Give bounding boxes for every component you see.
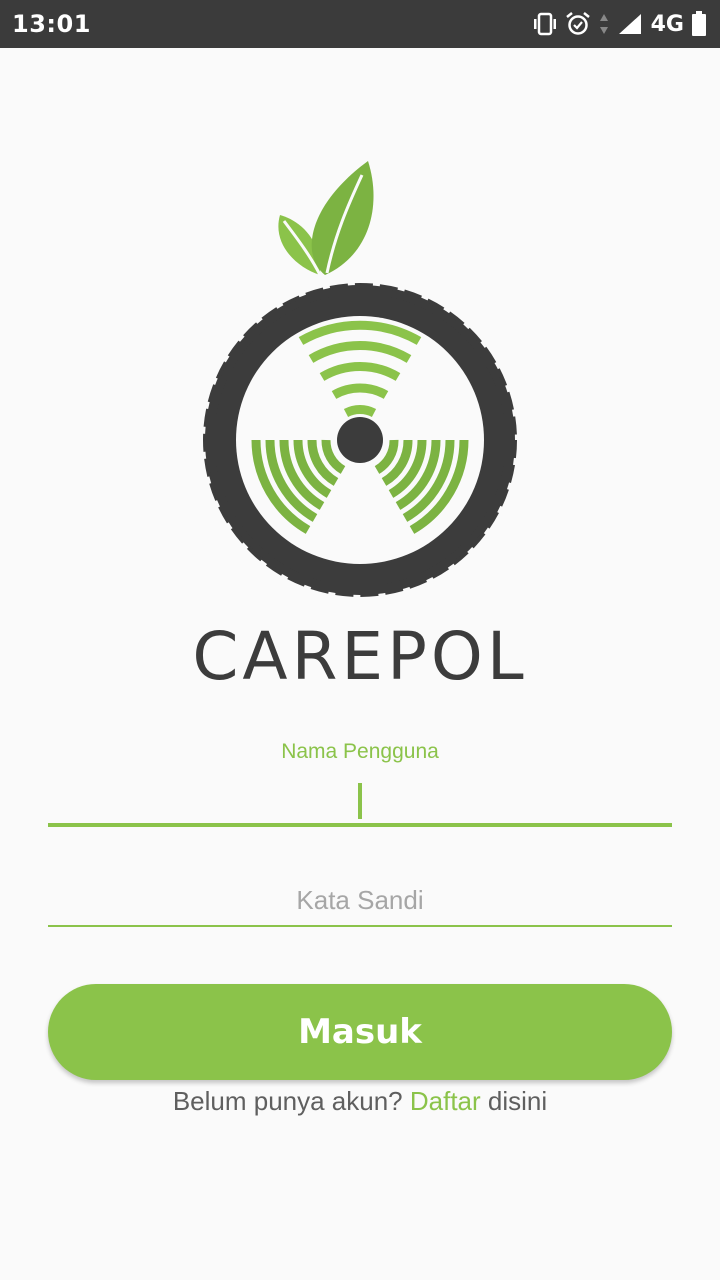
brand-title: CAREPOL bbox=[192, 618, 528, 695]
carepol-logo bbox=[200, 155, 520, 600]
data-arrows-icon bbox=[599, 12, 609, 36]
status-icons: 4G bbox=[533, 10, 706, 38]
status-bar: 13:01 4G bbox=[0, 0, 720, 48]
alarm-icon bbox=[565, 11, 591, 37]
network-type-label: 4G bbox=[650, 11, 684, 37]
login-button[interactable]: Masuk bbox=[48, 984, 672, 1080]
password-underline bbox=[48, 925, 672, 927]
signal-icon bbox=[617, 12, 643, 36]
text-cursor bbox=[358, 783, 362, 819]
signup-prefix: Belum punya akun? bbox=[172, 1086, 403, 1116]
username-label: Nama Pengguna bbox=[281, 740, 439, 763]
hub-icon bbox=[337, 417, 383, 463]
status-time: 13:01 bbox=[12, 10, 91, 38]
vibrate-icon bbox=[533, 11, 557, 37]
signup-suffix: disini bbox=[487, 1086, 548, 1116]
battery-icon bbox=[692, 11, 706, 37]
password-input[interactable] bbox=[48, 876, 672, 924]
signup-link[interactable]: Daftar bbox=[410, 1086, 481, 1116]
signup-prompt: Belum punya akun? Daftar disini bbox=[0, 1086, 720, 1117]
username-underline bbox=[48, 823, 672, 827]
leaf-icon bbox=[278, 161, 374, 276]
